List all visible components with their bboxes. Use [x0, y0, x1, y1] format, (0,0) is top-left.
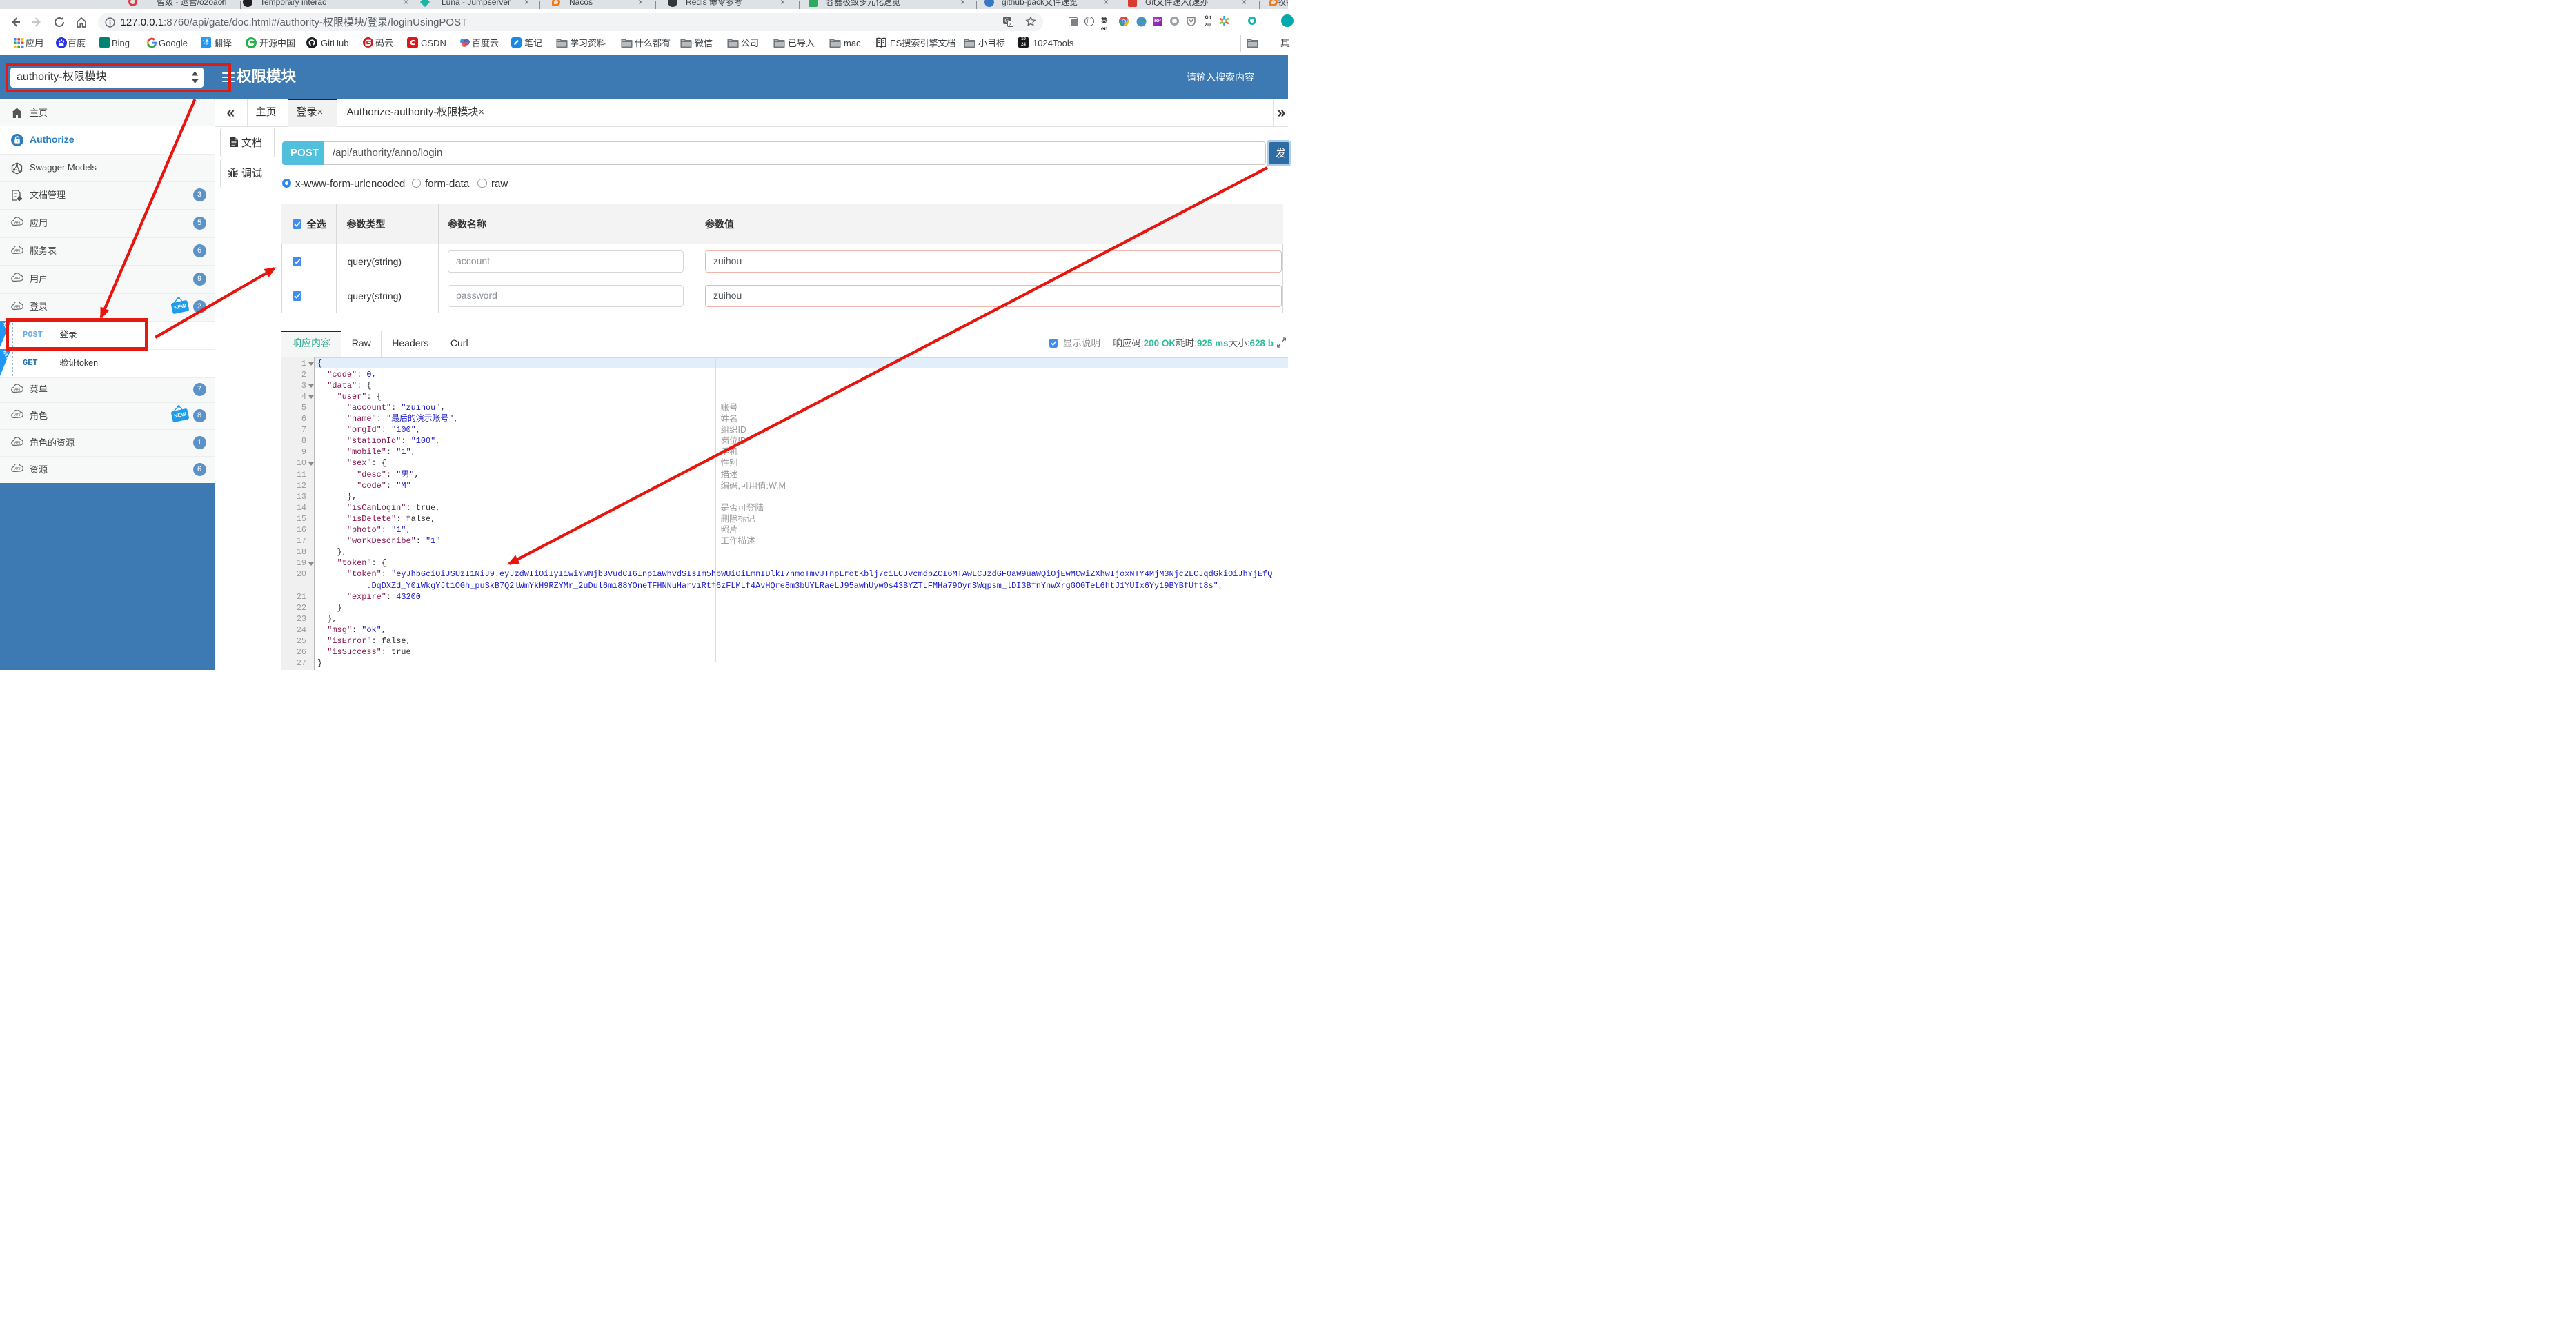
- svg-text:API: API: [14, 388, 21, 392]
- svg-text:API: API: [14, 277, 21, 281]
- svg-text:API: API: [14, 221, 21, 225]
- svg-text:API: API: [14, 441, 21, 445]
- svg-text:x: x: [1009, 22, 1012, 27]
- svg-text:API: API: [14, 467, 21, 471]
- svg-text:API: API: [14, 249, 21, 253]
- svg-text:API: API: [14, 305, 21, 309]
- svg-text:API: API: [14, 413, 21, 417]
